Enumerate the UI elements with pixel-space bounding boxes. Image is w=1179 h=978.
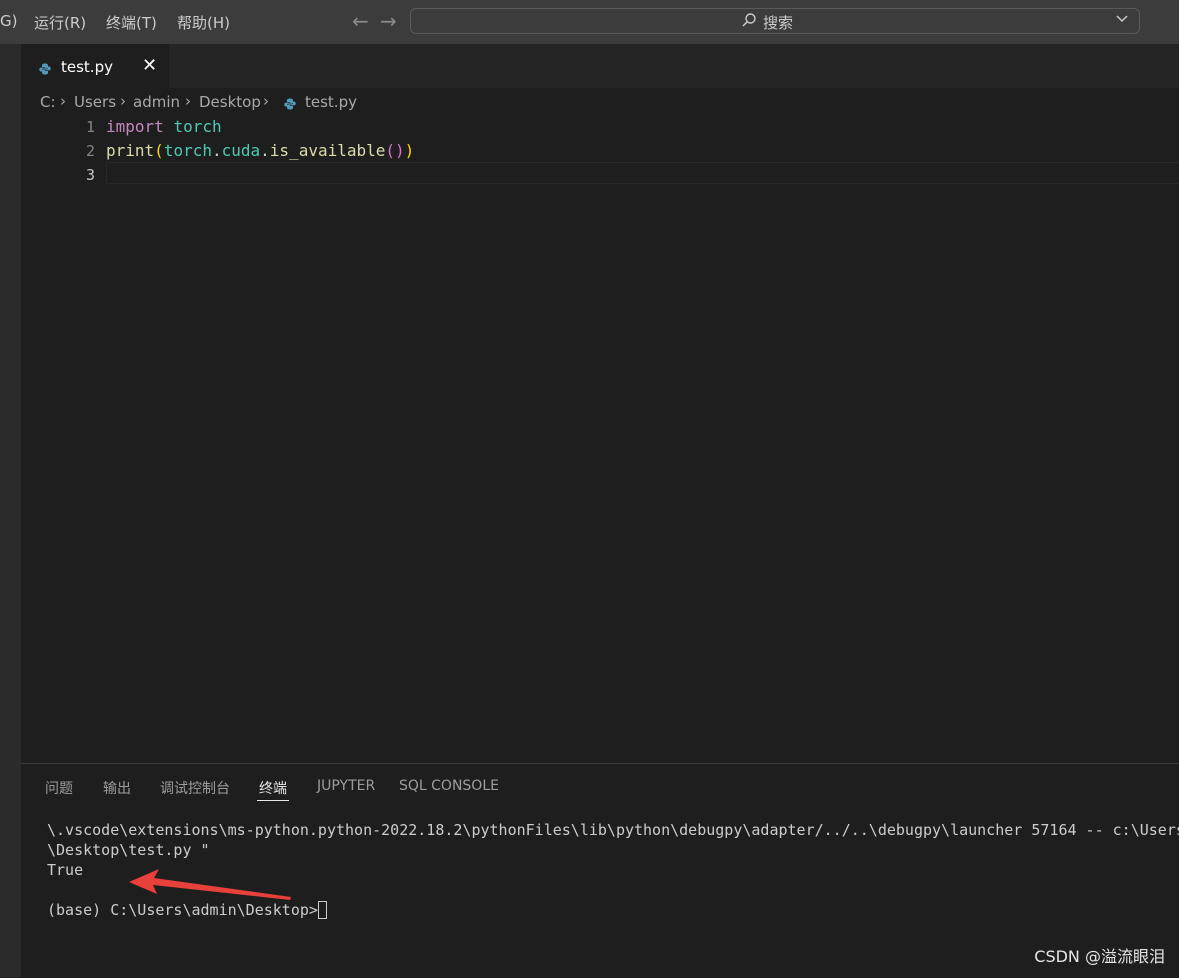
breadcrumb-item-drive[interactable]: C: <box>40 93 56 111</box>
breadcrumb-item-admin[interactable]: admin <box>133 93 180 111</box>
forward-arrow-icon[interactable]: → <box>380 9 397 33</box>
paren: ( <box>385 141 396 160</box>
editor-tab-bar: test.py ✕ <box>21 44 1179 88</box>
chevron-down-icon[interactable] <box>1115 11 1129 29</box>
terminal-line: \.vscode\extensions\ms-python.python-202… <box>47 821 1179 839</box>
function-print: print <box>106 141 155 160</box>
watermark: CSDN @溢流眼泪 <box>1034 947 1165 966</box>
paren: ) <box>395 141 405 160</box>
command-center-search[interactable]: 搜索 <box>410 8 1140 34</box>
menu-item-terminal[interactable]: 终端(T) <box>106 12 157 33</box>
chevron-right-icon: › <box>60 92 66 110</box>
terminal-line: \Desktop\test.py " <box>47 841 210 859</box>
active-tab-indicator <box>257 800 289 801</box>
line-number: 1 <box>85 118 95 136</box>
terminal-cursor <box>317 901 327 919</box>
tab-terminal[interactable]: 终端 <box>259 778 287 798</box>
line-number: 3 <box>85 166 95 184</box>
module-name: torch <box>163 141 212 160</box>
close-icon[interactable]: ✕ <box>142 55 157 76</box>
attribute-name: cuda <box>221 141 261 160</box>
back-arrow-icon[interactable]: ← <box>352 9 369 33</box>
dot: . <box>260 141 270 160</box>
title-bar: G) 运行(R) 终端(T) 帮助(H) ← → 搜索 <box>0 0 1179 44</box>
menu-item-help[interactable]: 帮助(H) <box>177 12 230 33</box>
search-label: 搜索 <box>763 14 794 32</box>
tab-jupyter[interactable]: JUPYTER <box>317 778 375 794</box>
dot: . <box>211 141 222 160</box>
menu-item-run[interactable]: 运行(R) <box>34 12 86 33</box>
code-line-2: print(torch.cuda.is_available()) <box>106 141 414 160</box>
tab-test-py[interactable]: test.py ✕ <box>21 44 169 88</box>
python-file-icon <box>39 60 51 75</box>
line-number: 2 <box>85 142 95 160</box>
code-line-1: import torch <box>106 117 222 136</box>
module-name: torch <box>173 117 222 136</box>
breadcrumb-item-file[interactable]: test.py <box>305 93 357 111</box>
tab-output[interactable]: 输出 <box>103 778 131 798</box>
breadcrumb-item-desktop[interactable]: Desktop <box>199 93 261 111</box>
tab-problems[interactable]: 问题 <box>45 778 73 798</box>
breadcrumb-item-users[interactable]: Users <box>74 93 116 111</box>
search-icon <box>741 12 757 32</box>
paren: ) <box>404 141 415 160</box>
chevron-right-icon: › <box>120 92 126 110</box>
chevron-right-icon: › <box>185 92 191 110</box>
keyword-import: import <box>106 117 164 136</box>
paren: ( <box>154 141 164 160</box>
chevron-right-icon: › <box>263 92 269 110</box>
activity-bar <box>0 44 21 977</box>
bottom-panel: 问题 输出 调试控制台 终端 JUPYTER SQL CONSOLE \.vsc… <box>21 763 1179 978</box>
python-file-icon <box>284 96 296 110</box>
tab-sql-console[interactable]: SQL CONSOLE <box>399 778 499 794</box>
annotation-arrow-icon <box>129 869 291 900</box>
menu-item-debug-partial[interactable]: G) <box>0 12 17 30</box>
tab-debug-console[interactable]: 调试控制台 <box>160 778 230 798</box>
terminal-line-result: True <box>47 861 84 879</box>
current-line-highlight <box>106 162 1179 184</box>
tab-label: test.py <box>61 58 113 76</box>
function-call: is_available <box>269 141 386 160</box>
code-editor[interactable]: 1 2 3 import torch print(torch.cuda.is_a… <box>21 115 1179 760</box>
